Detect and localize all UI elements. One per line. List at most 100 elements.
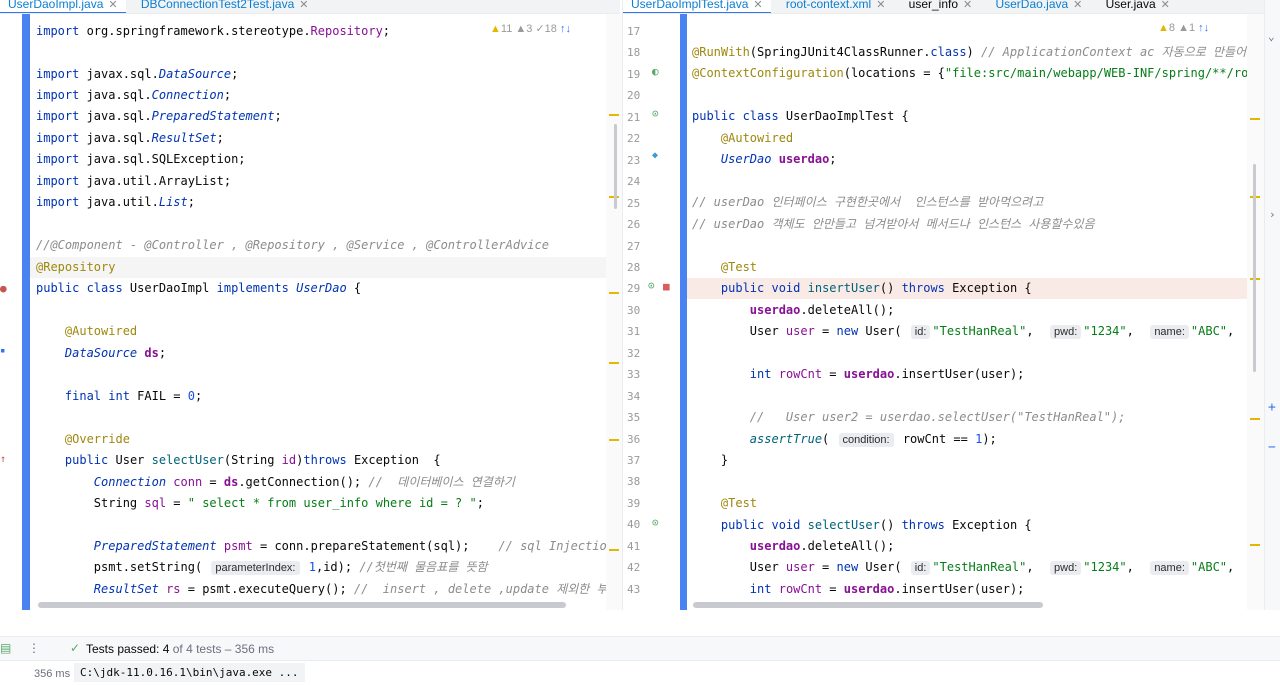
code-line: public class UserDaoImpl implements User… [36, 281, 362, 295]
tab-userdaoimpltest[interactable]: UserDaoImplTest.java ✕ [623, 0, 771, 13]
warning-count: 11 [500, 23, 513, 35]
right-tab-bar: UserDaoImplTest.java ✕ root-context.xml ✕ … [623, 0, 1280, 14]
left-tab-bar: UserDaoImpl.java ✕ DBConnectionTest2Test.… [0, 0, 620, 14]
stripe-mark [609, 362, 619, 364]
tests-passed-summary: Tests passed: 4 of 4 tests – 356 ms [86, 642, 274, 656]
right-inspection-widget[interactable]: ▲8 ▲1 ↑↓ [1158, 22, 1210, 34]
code-line: import java.util.List; [36, 195, 195, 209]
tab-userdao[interactable]: UserDao.java ✕ [987, 0, 1090, 13]
tab-dbconnectiontest2test[interactable]: DBConnectionTest2Test.java ✕ [133, 0, 317, 13]
close-icon[interactable]: ✕ [876, 0, 885, 11]
code-line: public User selectUser(String id)throws … [64, 453, 441, 467]
tests-detail: of 4 tests – 356 ms [172, 642, 275, 656]
debug-icon[interactable]: ● [0, 282, 7, 295]
left-inspection-widget[interactable]: ▲11 ▲3 ✓18 ↑↓ [490, 22, 571, 35]
line-number: 30 [627, 303, 641, 317]
run-command[interactable]: C:\jdk-11.0.16.1\bin\java.exe ... [74, 663, 305, 682]
stripe-mark [609, 549, 619, 551]
run-duration: 356 ms [34, 668, 71, 680]
close-icon[interactable]: ✕ [299, 0, 308, 11]
weak-warning-count: 3 [526, 23, 533, 35]
minus-icon[interactable]: − [1268, 440, 1276, 455]
arrow-down-icon[interactable]: ↓ [565, 23, 571, 35]
check-icon: ✓ [70, 641, 81, 655]
left-gutter-strip [22, 14, 30, 610]
close-icon[interactable]: ✕ [1073, 0, 1082, 11]
line-number: 38 [627, 475, 641, 489]
code-line: @Test [720, 260, 758, 274]
line-number: 27 [627, 239, 641, 253]
code-line: userdao.deleteAll(); [749, 303, 895, 317]
passed-icon[interactable]: ⊙ [652, 107, 659, 120]
breakpoint-icon[interactable]: ■ [663, 280, 670, 293]
more-icon[interactable]: ⋮ [28, 641, 40, 655]
code-line: PreparedStatement psmt = conn.prepareSta… [93, 539, 606, 553]
line-number: 41 [627, 539, 641, 553]
close-icon[interactable]: ✕ [753, 0, 762, 11]
horizontal-scrollbar[interactable] [693, 602, 1043, 608]
override-icon[interactable]: ↑ [0, 454, 6, 465]
code-line: int rowCnt = userdao.insertUser(user); [749, 582, 1025, 596]
code-line: // userDao 인터페이스 구현한곳에서 인스턴스를 받아먹으려고 [692, 195, 1044, 209]
tab-label: UserDaoImplTest.java [631, 0, 749, 11]
right-gutter: 17 18 19 20 21 22 23 24 25 26 27 28 29 30 31 32 33 34 35 36… [623, 14, 687, 610]
code-line: final int FAIL = 0; [64, 389, 203, 403]
close-icon[interactable]: ✕ [963, 0, 972, 11]
code-line: import java.util.ArrayList; [36, 174, 232, 188]
weak-warning-icon: ▲ [515, 23, 527, 35]
close-icon[interactable]: ✕ [108, 0, 117, 11]
code-line: @RunWith(SpringJUnit4ClassRunner.class) … [692, 45, 1247, 59]
line-number: 20 [627, 89, 641, 103]
line-number: 33 [627, 368, 641, 382]
passed-icon[interactable]: ⊙ [652, 516, 659, 529]
run-test-icon[interactable]: ◐ [652, 65, 659, 78]
line-number: 37 [627, 454, 641, 467]
bean-icon[interactable]: ◆ [652, 150, 658, 161]
tab-root-context[interactable]: root-context.xml ✕ [778, 0, 894, 13]
code-line: @Autowired [64, 324, 138, 338]
tests-passed-count: 4 [162, 642, 170, 656]
left-editor[interactable]: import org.springframework.stereotype.Re… [30, 14, 606, 610]
run-icon[interactable]: ▤ [0, 641, 11, 655]
line-number: 24 [627, 175, 641, 189]
left-error-stripe[interactable] [606, 14, 622, 610]
plus-icon[interactable]: + [1268, 400, 1276, 415]
tab-user-info[interactable]: user_info ✕ [901, 0, 981, 13]
line-number: 34 [627, 389, 641, 403]
code-line: int rowCnt = userdao.insertUser(user); [749, 367, 1025, 381]
stripe-mark [1250, 118, 1260, 120]
line-number: 18 [627, 46, 641, 60]
right-error-stripe[interactable] [1247, 14, 1264, 610]
code-line: String sql = " select * from user_info w… [36, 496, 484, 510]
vertical-scrollbar[interactable] [1253, 164, 1256, 372]
passed-icon[interactable]: ⊙ [648, 279, 655, 292]
code-line: import javax.sql.DataSource; [36, 67, 239, 81]
line-number: 42 [627, 561, 641, 575]
typo-icon: ✓ [535, 23, 545, 35]
implementation-icon[interactable]: ▪ [0, 346, 5, 356]
warning-icon: ▲ [490, 23, 501, 35]
right-editor[interactable]: @RunWith(SpringJUnit4ClassRunner.class) … [687, 14, 1247, 610]
code-line-breakpoint: public void insertUser() throws Exceptio… [687, 278, 1247, 299]
line-number: 17 [627, 25, 641, 38]
code-line: Connection conn = ds.getConnection(); //… [93, 475, 515, 489]
tab-label: UserDao.java [995, 0, 1069, 11]
run-output-bar: 356 ms C:\jdk-11.0.16.1\bin\java.exe ... [0, 660, 1280, 685]
tab-user[interactable]: User.java ✕ [1098, 0, 1178, 13]
code-line: public class UserDaoImplTest { [692, 109, 909, 123]
close-icon[interactable]: ✕ [1161, 0, 1170, 11]
chevron-right-icon[interactable]: › [1269, 208, 1276, 221]
code-line: // User user2 = userdao.selectUser("Test… [692, 410, 1126, 424]
tab-label: root-context.xml [785, 0, 872, 11]
code-line: //@Component - @Controller , @Repository… [36, 238, 549, 252]
vertical-scrollbar[interactable] [614, 124, 617, 209]
line-number: 36 [627, 432, 641, 446]
code-line: assertTrue( condition: rowCnt == 1); [749, 432, 997, 447]
code-line: import java.sql.PreparedStatement; [36, 109, 282, 123]
horizontal-scrollbar[interactable] [38, 602, 566, 608]
code-line-current: @Repository [30, 257, 606, 278]
arrow-down-icon[interactable]: ↓ [1204, 22, 1210, 34]
tab-userdaoimpl[interactable]: UserDaoImpl.java ✕ [0, 0, 126, 13]
chevron-down-icon[interactable]: ⌄ [1268, 30, 1275, 43]
code-line: @ContextConfiguration(locations = {"file… [692, 66, 1247, 80]
